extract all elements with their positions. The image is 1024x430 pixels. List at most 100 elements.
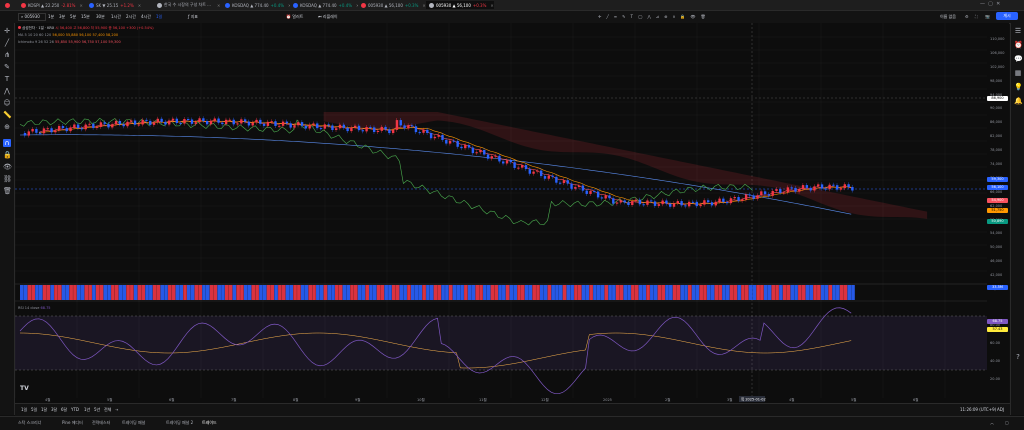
calendar-icon[interactable]: ▦ [1014,69,1022,77]
range-2[interactable]: 1달 [41,407,47,413]
interval-3[interactable]: 15분 [81,13,90,21]
volume-bar [471,285,476,300]
volume-bar [832,285,836,300]
pattern-icon[interactable]: ⋀ [3,87,11,95]
notifications-icon[interactable]: 🔔 [1014,97,1023,105]
fullscreen-icon[interactable]: ⛶ [975,13,978,21]
panel-tab-0[interactable]: 스탁 스크리너 [18,420,41,426]
window-controls[interactable]: — ▢ ✕ [980,1,1000,7]
magnet-icon[interactable]: ∩ [3,139,11,147]
tab-change: +0.4% [338,2,353,8]
interval-7[interactable]: 4시간 [141,13,151,21]
alerts-icon[interactable]: ⏰ [1014,41,1023,49]
candle-body [141,119,144,125]
cursor-icon[interactable]: ✛ [3,27,11,35]
interval-2[interactable]: 5분 [70,13,76,21]
lock-drawings-icon[interactable]: 🔒 [3,151,12,159]
candle-body [703,200,706,205]
price-chart-svg[interactable]: 4월 5월 6월 7월 8월 9월 10월 11월 12월 2025 2월 3월 4월 5월 6월 목 202… [14,23,987,403]
range-5[interactable]: YTD [71,407,79,412]
interval-5[interactable]: 1시간 [111,13,121,21]
range-6[interactable]: 1년 [84,407,90,413]
rsi-legend[interactable]: RSI 14 close 68.75 [18,306,51,310]
collapse-panel-icon[interactable]: ︿ [990,420,994,426]
replay-button[interactable]: ⏮ 리플레이 [318,13,338,21]
adj-toggle[interactable]: ADJ [997,407,1004,412]
candle-body [357,125,361,131]
chart-pane[interactable]: 4월 5월 6월 7월 8월 9월 10월 11월 12월 2025 2월 3월 4월 5월 6월 목 202… [14,23,987,403]
candle-body [744,194,748,200]
candle-body [843,184,847,189]
volume-bar [323,285,328,300]
watchlist-icon[interactable]: ☰ [1014,27,1022,35]
interval-6[interactable]: 2시간 [126,13,136,21]
tab-title: SK ▼ 25.15 [96,2,119,8]
publish-button[interactable]: 게시 [996,12,1018,20]
range-7[interactable]: 5년 [94,407,100,413]
alert-button[interactable]: ⏰ 얼러트 [286,13,303,21]
range-0[interactable]: 1일 [21,407,27,413]
price-scale[interactable]: 110,000 106,000 102,000 98,000 94,000 90,000 8… [987,23,1009,403]
chat-icon[interactable]: 💬 [1014,55,1023,63]
panel-tab-2[interactable]: 전략테스터 [92,420,110,426]
maximize-panel-icon[interactable]: ▢ [1005,420,1009,425]
brush-icon[interactable]: ✎ [3,63,11,71]
candle-body [612,198,615,204]
legend-ichimoku[interactable]: Ichimoku 9 26 52 26 55,850 55,900 56,750… [18,40,121,44]
range-4[interactable]: 6달 [61,407,67,413]
pitchfork-icon[interactable]: ⋔ [3,51,11,59]
drawing-tools-row[interactable]: ✛╱≡✎T◯⋀⊿⊕∩🔒👁🗑 [598,13,711,21]
browser-tab-5[interactable]: 005930 ▲ 56,100 +0.3% ✕ [358,1,426,9]
panel-tab-5[interactable]: 트레이드 [202,420,217,426]
zoom-in-icon[interactable]: ⊕ [3,123,11,131]
panel-tab-4[interactable]: 트레이딩 패널 2 [166,420,193,426]
symbol-search[interactable]: ⌕ 005930 [18,13,46,21]
close-tab-icon[interactable]: ✕ [79,3,82,8]
trash-icon[interactable]: 🗑 [3,187,12,195]
candle-body [76,124,80,129]
indicators-button[interactable]: ƒ 지표 [188,13,198,21]
interval-8[interactable]: 1일 [156,13,162,21]
browser-tab-1[interactable]: SK ▼ 25.15 +1.2% ✕ [86,1,154,9]
settings-icon[interactable]: ⚙ [965,13,969,21]
close-tab-icon[interactable]: ✕ [138,3,141,8]
interval-0[interactable]: 1분 [48,13,54,21]
legend-ma[interactable]: MA 5 10 20 60 120 56,000 55,880 56,100 5… [18,33,118,37]
timezone-label[interactable]: 11:26:09 (UTC+9) [960,407,996,412]
candle-body [35,128,38,133]
volume-bar [760,285,764,300]
panel-tab-1[interactable]: Pine 에디터 [62,420,83,426]
volume-bar [145,285,149,300]
volume-bar [748,285,753,300]
goto-date-icon[interactable]: ⇥ [115,407,118,412]
trend-line-icon[interactable]: ╱ [3,39,11,47]
link-icon[interactable]: ⛓ [3,175,12,183]
ruler-icon[interactable]: 📏 [3,111,12,119]
volume-bar [376,285,381,300]
visibility-icon[interactable]: 👁 [3,163,12,171]
close-tab-icon[interactable]: ✕ [490,3,493,8]
ideas-icon[interactable]: 💡 [1014,83,1023,91]
interval-1[interactable]: 3분 [59,13,65,21]
volume-bar [718,285,722,300]
browser-tab-3[interactable]: KOSDAQ ▲ 774.40 +0.4% ✕ [222,1,290,9]
candle-body [346,127,349,132]
browser-tab-2[interactable]: 한국 수 시장의 구성 차트 ... ✕ [154,1,222,9]
close-tab-icon[interactable]: ✕ [217,3,220,8]
time-axis-label: 9월 [355,397,360,402]
help-icon[interactable]: ? [1014,353,1022,361]
camera-icon[interactable]: 📷 [985,13,990,21]
text-tool-icon[interactable]: T [3,75,11,83]
interval-4[interactable]: 30분 [96,13,105,21]
range-3[interactable]: 3달 [51,407,57,413]
range-1[interactable]: 5일 [31,407,37,413]
range-8[interactable]: 전체 [104,407,111,413]
browser-tab-0[interactable]: KOSPI ▲ 22.250 -2.81% ✕ [18,1,86,9]
layout-name[interactable]: 이름 없음 [940,13,956,21]
panel-tab-3[interactable]: 트레이딩 패널 [122,420,145,426]
smile-icon[interactable]: ☺ [3,99,11,107]
browser-tab-4[interactable]: KOSDAQ ▲ 774.40 +0.4% ✕ [290,1,358,9]
candle-body [593,191,596,193]
browser-tab-6[interactable]: 005930 ▲ 56,100 +0.3% ✕ [426,1,494,9]
volume-bar [581,285,586,300]
